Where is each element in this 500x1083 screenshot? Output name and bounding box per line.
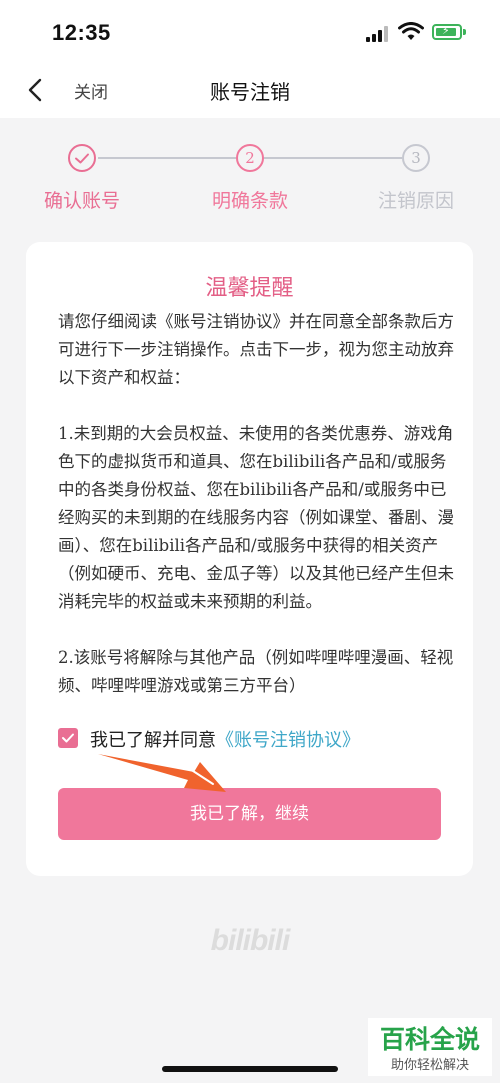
navigation-bar: 关闭 账号注销: [0, 62, 500, 118]
wifi-icon: [398, 22, 424, 40]
step-connector: [98, 157, 236, 159]
agreement-link[interactable]: 《账号注销协议》: [216, 730, 360, 751]
clause-1-paragraph: 1.未到期的大会员权益、未使用的各类优惠券、游戏角色下的虚拟货币和道具、您在bi…: [58, 424, 454, 611]
watermark-title: 百科全说: [379, 1025, 480, 1054]
battery-cap: [463, 29, 466, 35]
step-1-label: 确认账号: [43, 190, 120, 212]
agree-checkbox[interactable]: [58, 728, 78, 748]
watermark-badge: 百科全说 助你轻松解决: [368, 1018, 492, 1076]
annotation-arrow-icon: [98, 754, 226, 792]
step-2-label: 明确条款: [211, 190, 288, 212]
step-connector: [264, 157, 402, 159]
bilibili-logo: bilibili: [210, 924, 291, 957]
status-time: 12:35: [52, 20, 111, 45]
progress-stepper: 2 3 确认账号 明确条款 注销原因: [0, 140, 500, 215]
status-bar: 12:35 ⚡: [0, 0, 500, 62]
step-3-label: 注销原因: [377, 190, 454, 212]
cellular-signal-icon: [366, 26, 390, 42]
page-title: 账号注销: [210, 80, 290, 104]
battery-charging-icon: ⚡: [432, 24, 462, 40]
checkmark-icon: [62, 733, 74, 743]
home-indicator[interactable]: [162, 1066, 338, 1072]
agreement-scroll-area[interactable]: 请您仔细阅读《账号注销协议》并在同意全部条款后方可进行下一步注销操作。点击下一步…: [58, 308, 454, 716]
watermark-subtitle: 助你轻松解决: [390, 1058, 469, 1073]
step-1-check-icon: [68, 144, 96, 172]
step-3-indicator: 3: [402, 144, 430, 172]
step-2-indicator: 2: [236, 144, 264, 172]
card-title: 温馨提醒: [205, 276, 294, 301]
reminder-card: 温馨提醒 请您仔细阅读《账号注销协议》并在同意全部条款后方可进行下一步注销操作。…: [26, 242, 473, 876]
clause-2-paragraph: 2.该账号将解除与其他产品（例如哔哩哔哩漫画、轻视频、哔哩哔哩游戏或第三方平台）: [58, 648, 454, 695]
intro-paragraph: 请您仔细阅读《账号注销协议》并在同意全部条款后方可进行下一步注销操作。点击下一步…: [58, 312, 454, 387]
